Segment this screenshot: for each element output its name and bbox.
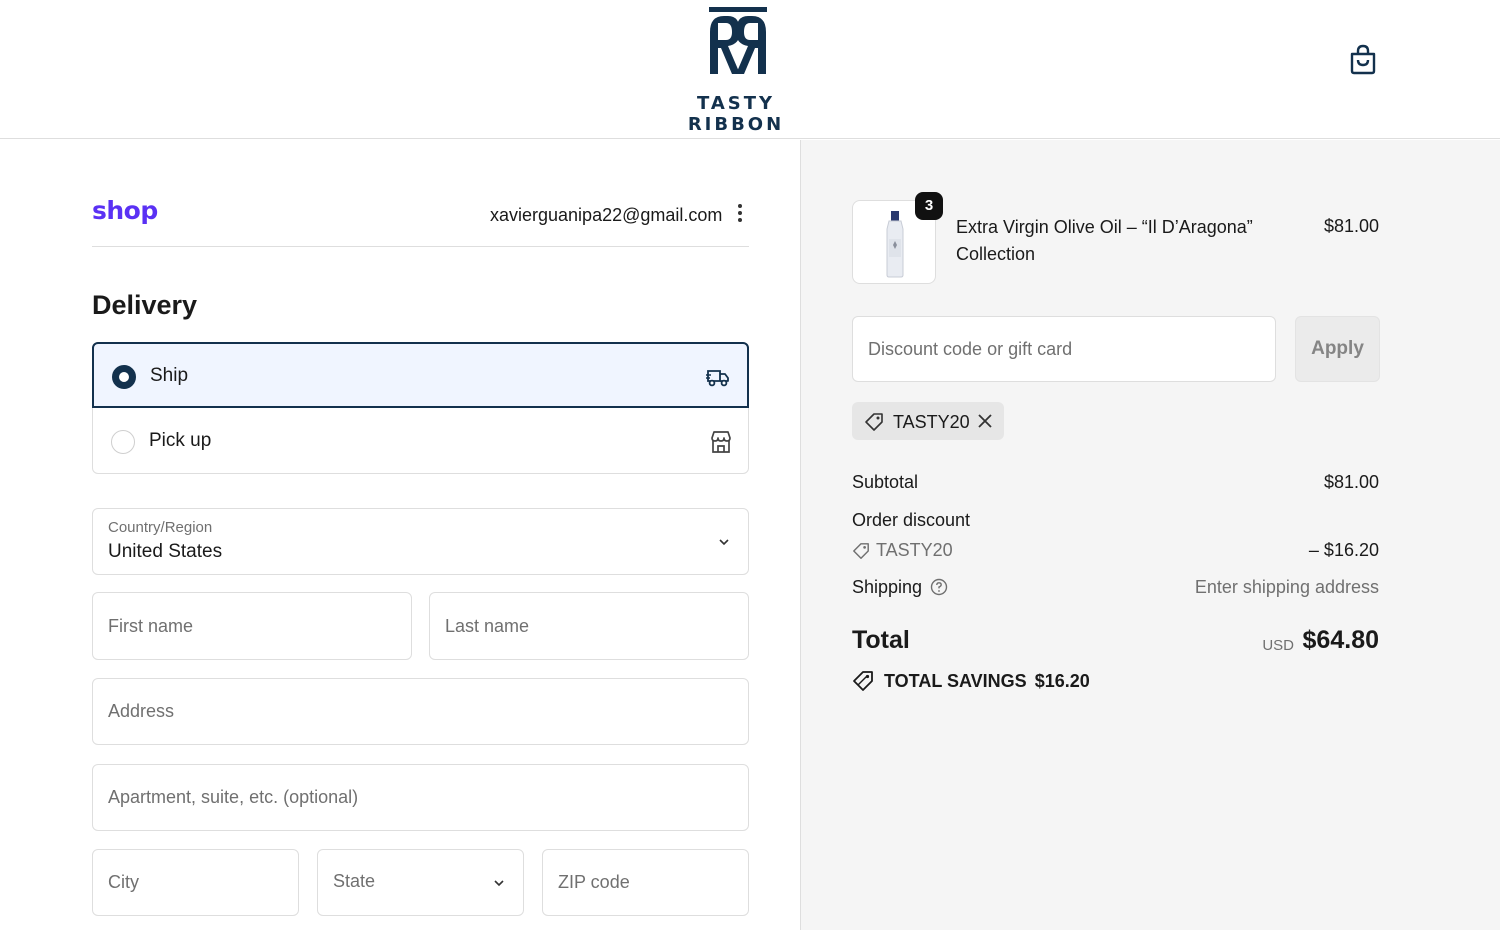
- delivery-method-group: Ship Pick up: [92, 342, 749, 474]
- total-savings: TOTAL SAVINGS $16.20: [884, 671, 1098, 692]
- address-input[interactable]: [108, 679, 733, 744]
- savings-tag-icon: [853, 671, 873, 691]
- first-name-input[interactable]: [108, 593, 396, 659]
- total-savings-label: TOTAL SAVINGS: [884, 671, 1027, 691]
- applied-discount-chip: TASTY20: [852, 402, 1004, 440]
- order-discount-label: Order discount: [852, 510, 971, 530]
- order-discount-code: TASTY20: [876, 540, 953, 560]
- last-name-input[interactable]: [445, 593, 733, 659]
- tag-icon: [853, 543, 869, 559]
- subtotal-label: Subtotal: [852, 472, 919, 492]
- chevron-down-icon: [719, 538, 729, 545]
- apartment-field[interactable]: [92, 764, 749, 831]
- checkout-form-panel: shop xavierguanipa22@gmail.com Delivery …: [0, 140, 800, 930]
- city-field[interactable]: [92, 849, 299, 916]
- brand-logo[interactable]: TASTY RIBBON: [648, 6, 828, 135]
- shop-pay-logo: shop: [92, 196, 158, 225]
- order-discount-value: – $16.20: [1308, 540, 1379, 560]
- product-price: $81.00: [1323, 216, 1379, 236]
- truck-icon: [706, 370, 729, 387]
- delivery-option-ship[interactable]: Ship: [92, 342, 749, 408]
- account-menu-icon[interactable]: [734, 204, 746, 226]
- total-currency: USD: [1262, 637, 1294, 654]
- first-name-field[interactable]: [92, 592, 412, 660]
- total-label: Total: [852, 626, 910, 654]
- applied-code-label: TASTY20: [893, 412, 970, 432]
- shipping-label: Shipping: [852, 577, 923, 597]
- site-header: TASTY RIBBON: [0, 0, 1500, 139]
- country-select[interactable]: Country/Region United States: [92, 508, 749, 575]
- help-circle-icon[interactable]: [930, 578, 948, 596]
- store-icon: [711, 431, 731, 453]
- subtotal-value: $81.00: [1323, 472, 1379, 492]
- zip-field[interactable]: [542, 849, 749, 916]
- ship-label: Ship: [150, 365, 189, 386]
- pickup-radio[interactable]: [111, 430, 135, 454]
- rr-monogram-icon: [709, 7, 767, 74]
- apartment-input[interactable]: [108, 765, 733, 830]
- country-label: Country/Region: [108, 519, 213, 536]
- total-savings-value: $16.20: [1034, 671, 1090, 691]
- chevron-down-icon: [494, 879, 504, 886]
- state-select[interactable]: State: [317, 849, 524, 916]
- country-value: United States: [108, 541, 223, 562]
- close-icon[interactable]: [976, 412, 994, 430]
- shopping-bag-icon[interactable]: [1348, 43, 1378, 75]
- total-value: $64.80: [1302, 626, 1379, 654]
- shipping-value: Enter shipping address: [1194, 577, 1379, 597]
- apply-discount-button[interactable]: Apply: [1295, 316, 1380, 382]
- delivery-option-pickup[interactable]: Pick up: [93, 409, 750, 475]
- account-email: xavierguanipa22@gmail.com: [490, 205, 723, 225]
- discount-field[interactable]: [852, 316, 1276, 382]
- account-divider: [92, 246, 749, 247]
- product-name: Extra Virgin Olive Oil – “Il D’Aragona” …: [956, 217, 1253, 264]
- order-summary-panel: 3 Extra Virgin Olive Oil – “Il D’Aragona…: [800, 140, 1500, 930]
- tag-icon: [865, 413, 883, 431]
- delivery-heading: Delivery: [92, 290, 198, 320]
- last-name-field[interactable]: [429, 592, 749, 660]
- state-placeholder: State: [333, 871, 376, 891]
- pickup-label: Pick up: [149, 430, 212, 451]
- city-input[interactable]: [108, 850, 283, 915]
- zip-input[interactable]: [558, 850, 733, 915]
- brand-name: TASTY RIBBON: [687, 93, 785, 135]
- quantity-badge: 3: [915, 192, 943, 220]
- address-field[interactable]: [92, 678, 749, 745]
- ship-radio[interactable]: [112, 365, 136, 389]
- discount-input[interactable]: [868, 317, 1258, 381]
